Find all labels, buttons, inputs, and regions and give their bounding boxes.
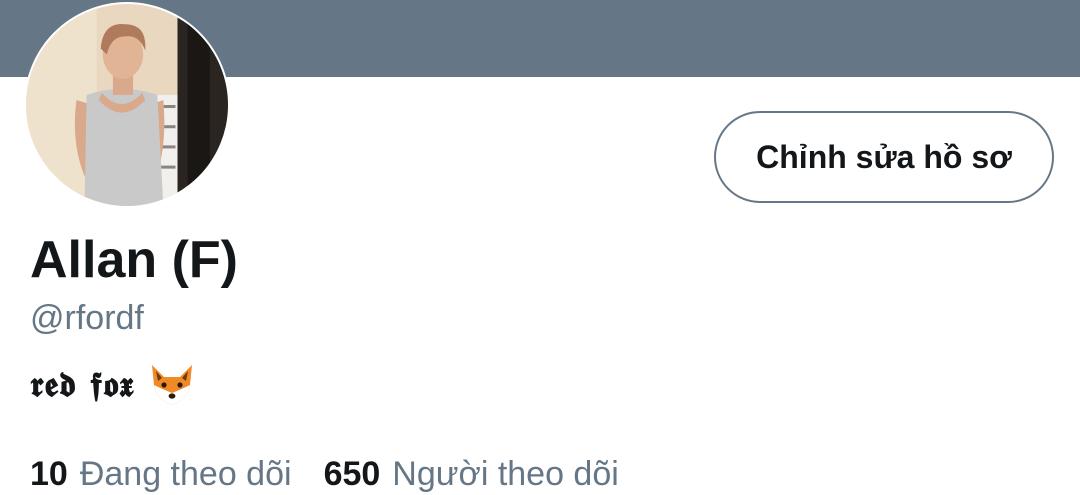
edit-profile-label: Chỉnh sửa hồ sơ	[756, 138, 1012, 175]
profile-page: Chỉnh sửa hồ sơ Allan (F) @rfordf 𝖗𝖊𝖉 𝖋𝖔…	[0, 0, 1080, 495]
followers-count: 650	[323, 455, 381, 493]
following-label: Đang theo dõi	[79, 455, 292, 493]
bio-text: 𝖗𝖊𝖉 𝖋𝖔𝖝	[30, 365, 135, 405]
avatar-photo	[26, 4, 228, 206]
following-stat[interactable]: 10 Đang theo dõi	[30, 455, 292, 494]
follow-stats: 10 Đang theo dõi 650 Người theo dõi	[30, 455, 651, 494]
display-name: Allan (F)	[30, 231, 238, 289]
profile-avatar[interactable]	[24, 2, 230, 208]
edit-profile-button[interactable]: Chỉnh sửa hồ sơ	[714, 111, 1054, 203]
profile-bio: 𝖗𝖊𝖉 𝖋𝖔𝖝	[30, 363, 196, 407]
followers-label: Người theo dõi	[392, 455, 619, 493]
followers-stat[interactable]: 650 Người theo dõi	[324, 455, 619, 494]
following-count: 10	[30, 455, 68, 493]
username-handle: @rfordf	[30, 299, 144, 337]
fox-face-icon	[148, 363, 196, 407]
